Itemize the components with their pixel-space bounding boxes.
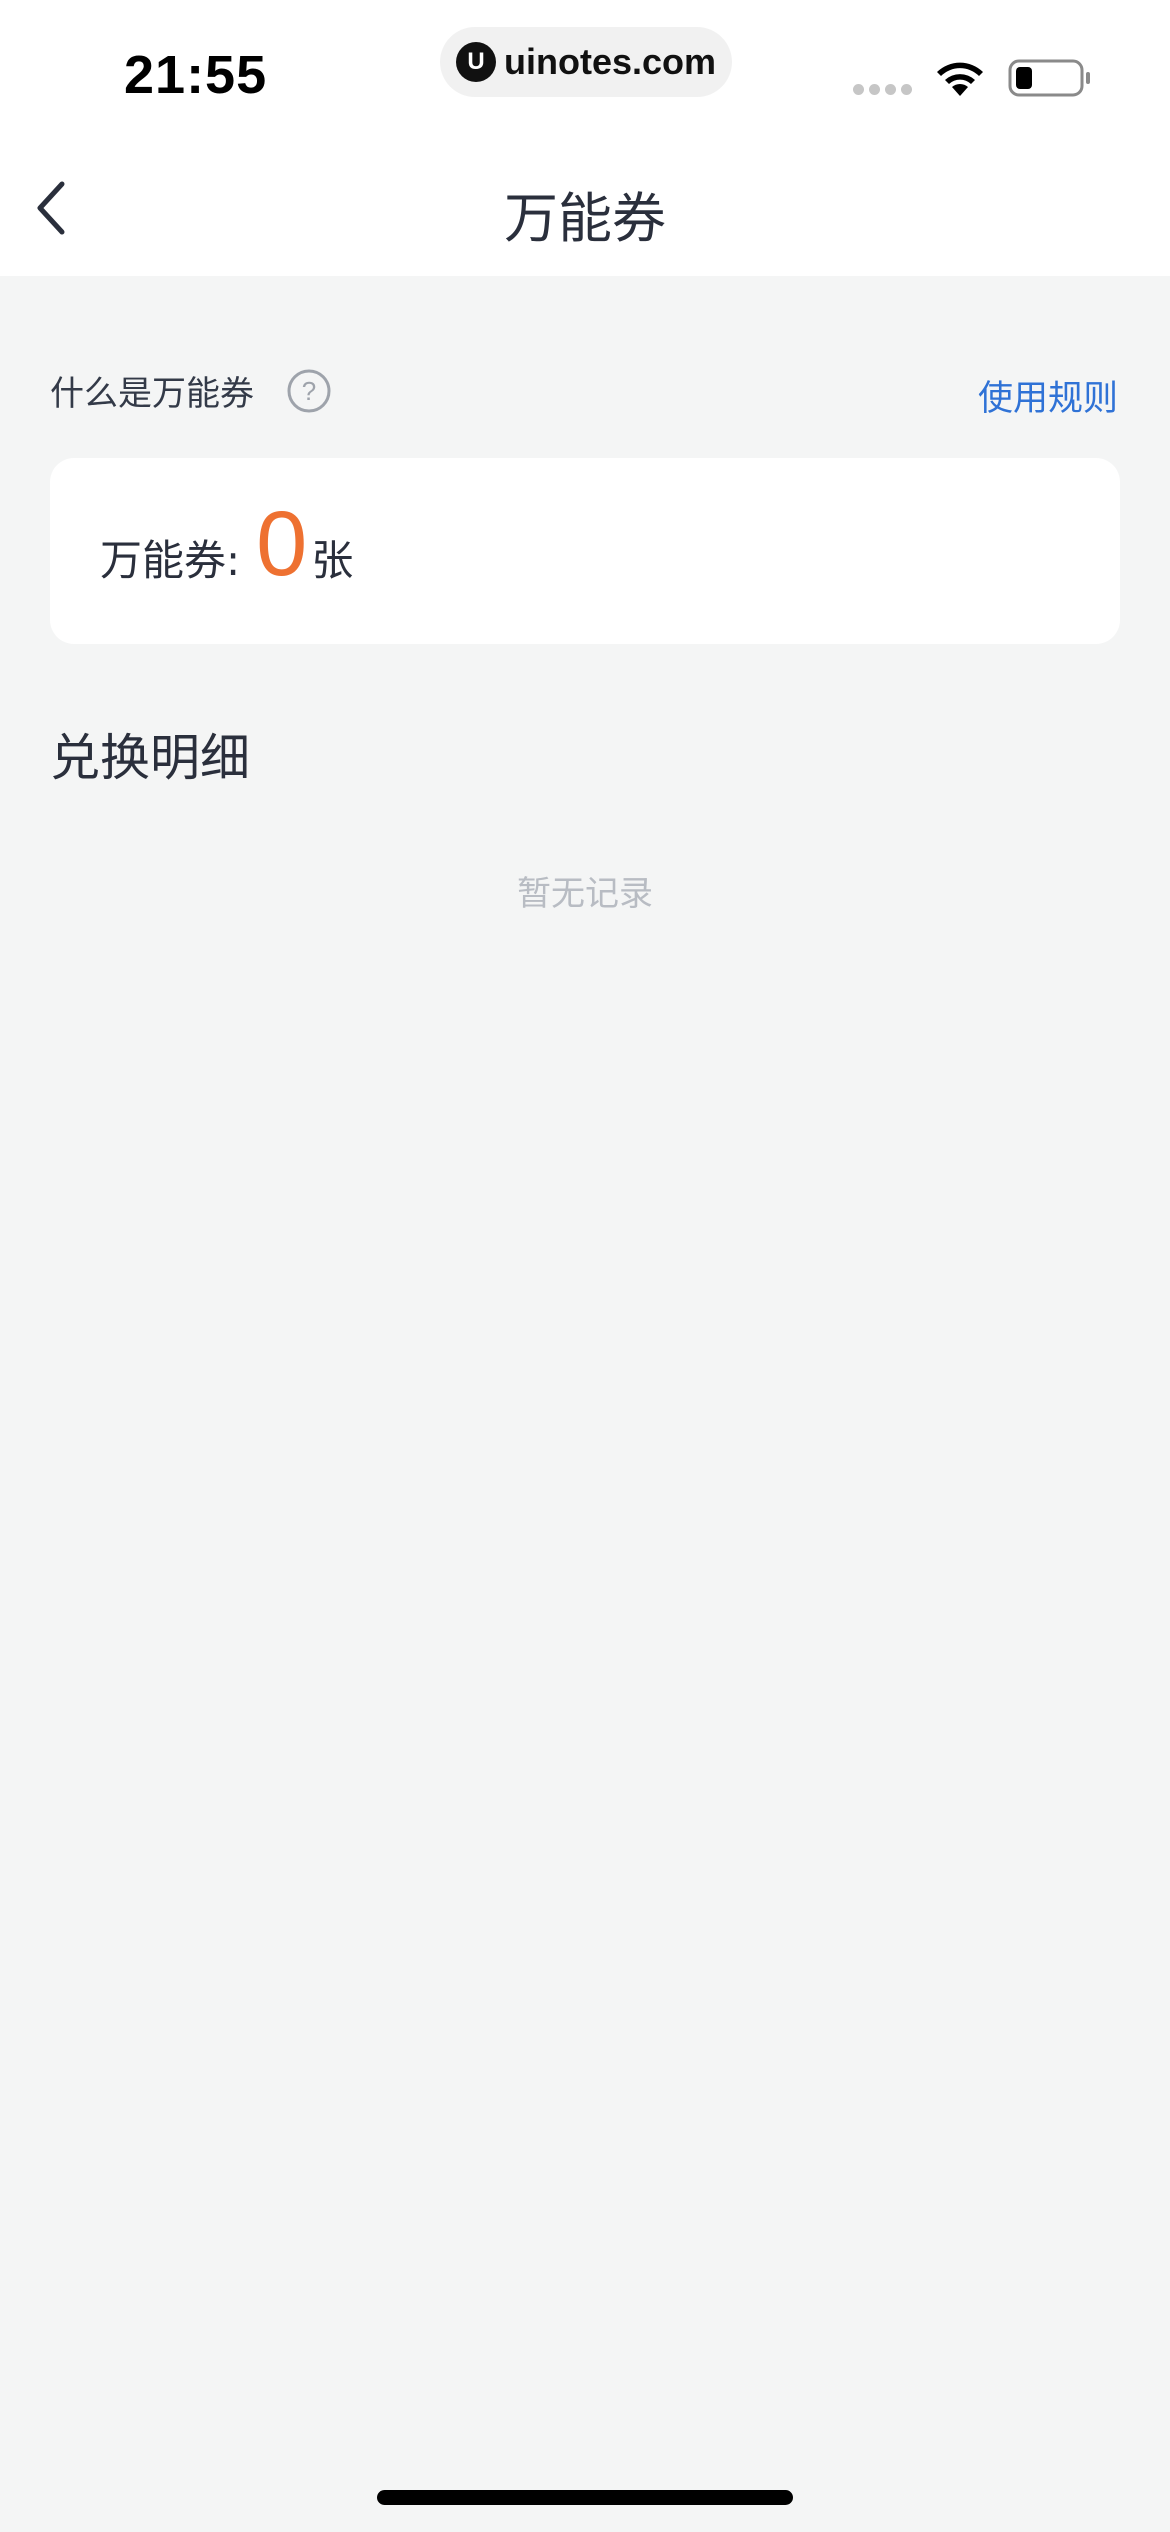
status-bar: 21:55 U uinotes.com [0, 0, 1170, 140]
coupon-count-value: 0 [256, 493, 308, 595]
empty-state-text: 暂无记录 [517, 874, 653, 914]
coupon-count-card: 万能券: 0 张 [50, 458, 1120, 644]
what-is-label: 什么是万能券 [50, 374, 254, 414]
svg-text:?: ? [302, 376, 316, 406]
home-indicator[interactable] [377, 2490, 793, 2505]
status-time: 21:55 [124, 45, 268, 105]
battery-icon [1008, 59, 1090, 97]
usage-rules-link[interactable]: 使用规则 [978, 370, 1118, 421]
page-title: 万能券 [504, 187, 666, 250]
question-circle-icon[interactable]: ? [286, 368, 332, 414]
what-is-row[interactable]: 什么是万能券 ? [50, 366, 332, 415]
coupon-count-line: 万能券: 0 张 [100, 498, 353, 590]
cellular-signal-icon [853, 84, 912, 95]
url-pill[interactable]: U uinotes.com [440, 27, 732, 97]
exchange-history-title: 兑换明细 [50, 729, 250, 787]
url-text: uinotes.com [504, 41, 717, 82]
screen: 21:55 U uinotes.com 万能券 什么是万能券 ? 使用规则 万能… [0, 0, 1170, 2532]
coupon-count-label: 万能券: [100, 536, 241, 585]
nav-bar: 万能券 [0, 140, 1170, 276]
wifi-icon [937, 62, 983, 96]
site-logo-icon: U [456, 42, 496, 82]
coupon-count-unit: 张 [311, 536, 354, 585]
